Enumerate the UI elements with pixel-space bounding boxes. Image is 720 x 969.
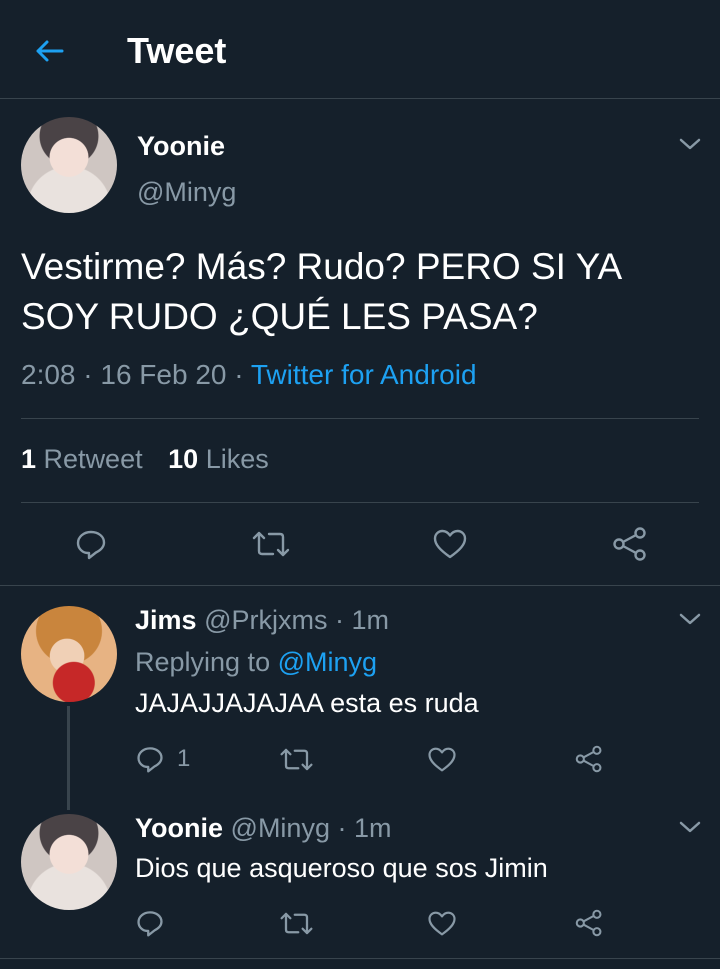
chevron-down-icon xyxy=(679,138,701,150)
like-button[interactable] xyxy=(427,746,457,773)
tweet-menu-button[interactable] xyxy=(678,134,702,154)
reply-text: Dios que asqueroso que sos Jimin xyxy=(135,853,548,883)
author-handle[interactable]: @Minyg xyxy=(137,177,236,208)
tweet-text: Vestirme? Más? Rudo? PERO SI YA SOY RUDO… xyxy=(21,242,622,342)
retweets-count: 1 xyxy=(21,444,37,474)
avatar[interactable] xyxy=(21,606,117,702)
chevron-down-icon xyxy=(679,613,701,625)
author-name[interactable]: Jims xyxy=(135,605,197,635)
bottom-divider xyxy=(0,958,720,959)
reply-icon xyxy=(137,747,163,773)
page-title: Tweet xyxy=(127,30,227,71)
author-meta: @Prkjxms · 1m xyxy=(204,605,389,635)
likes-stat[interactable]: 10 Likes xyxy=(168,444,269,474)
chevron-down-icon xyxy=(679,821,701,833)
replying-prefix: Replying to xyxy=(135,647,278,677)
heart-icon xyxy=(428,911,456,936)
like-button[interactable] xyxy=(427,910,457,937)
source-link[interactable]: Twitter for Android xyxy=(251,359,477,390)
reply-icon xyxy=(76,530,106,560)
reply-count: 1 xyxy=(177,745,191,772)
reply-button[interactable] xyxy=(135,908,165,938)
reply-button[interactable] xyxy=(74,527,108,561)
likes-count: 10 xyxy=(168,444,199,474)
header-divider xyxy=(0,98,720,99)
arrow-left-icon xyxy=(36,40,64,62)
tweet-menu-button[interactable] xyxy=(678,817,702,837)
retweets-label: Retweet xyxy=(43,444,143,474)
timestamp: 2:08 · 16 Feb 20 · xyxy=(21,359,251,390)
author-name[interactable]: Yoonie xyxy=(135,813,223,843)
retweet-button[interactable] xyxy=(251,529,291,559)
tweet-stats: 1 Retweet 10 Likes xyxy=(21,444,269,475)
retweet-icon xyxy=(280,748,313,771)
share-button[interactable] xyxy=(611,526,649,562)
like-button[interactable] xyxy=(432,528,468,560)
meta-divider xyxy=(21,418,699,419)
tweet-text-line-2: SOY RUDO ¿QUÉ LES PASA? xyxy=(21,296,538,337)
share-icon xyxy=(575,745,602,773)
tweet-meta: 2:08 · 16 Feb 20 · Twitter for Android xyxy=(21,359,477,391)
tweet-text-line-1: Vestirme? Más? Rudo? PERO SI YA xyxy=(21,246,623,287)
section-divider xyxy=(0,585,720,586)
replying-handle[interactable]: @Minyg xyxy=(278,647,377,677)
reply-text: JAJAJJAJAJAA esta es ruda xyxy=(135,688,479,718)
tweet-menu-button[interactable] xyxy=(678,609,702,629)
replying-to: Replying to @Minyg xyxy=(135,647,377,678)
likes-label: Likes xyxy=(205,444,269,474)
retweet-button[interactable] xyxy=(279,746,314,773)
reply-icon xyxy=(137,911,163,937)
retweet-icon xyxy=(280,912,313,935)
reply-button[interactable]: 1 xyxy=(135,744,190,774)
retweet-button[interactable] xyxy=(279,910,314,937)
retweets-stat[interactable]: 1 Retweet xyxy=(21,444,150,474)
heart-icon xyxy=(433,529,467,559)
back-button[interactable] xyxy=(30,34,70,68)
author-name[interactable]: Yoonie xyxy=(137,131,225,162)
author-meta: @Minyg · 1m xyxy=(230,813,392,843)
heart-icon xyxy=(428,747,456,772)
avatar[interactable] xyxy=(21,814,117,910)
reply-header: Jims @Prkjxms · 1m xyxy=(135,605,389,636)
avatar[interactable] xyxy=(21,117,117,213)
reply-header: Yoonie @Minyg · 1m xyxy=(135,813,391,844)
share-icon xyxy=(613,527,646,561)
share-button[interactable] xyxy=(574,908,604,938)
stats-divider xyxy=(21,502,699,503)
share-icon xyxy=(575,909,602,937)
thread-line xyxy=(67,706,70,810)
retweet-icon xyxy=(252,531,290,557)
share-button[interactable] xyxy=(574,744,604,774)
